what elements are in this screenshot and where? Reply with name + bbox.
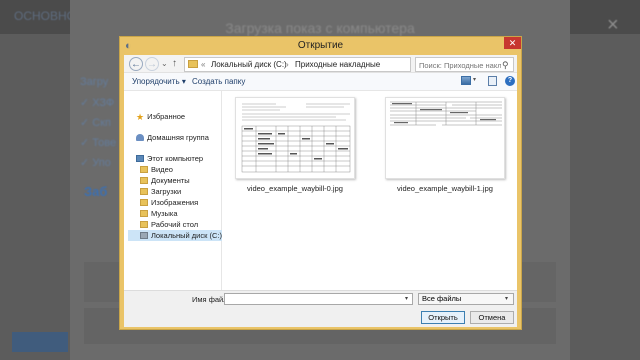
open-button[interactable]: Открыть <box>421 311 465 324</box>
back-button[interactable]: ← <box>129 57 143 71</box>
folder-icon <box>188 60 198 68</box>
navigation-pane: ★ Избранное Домашняя группа Этот компьюте… <box>124 91 222 290</box>
address-bar[interactable]: « Локальный диск (C:) › Приходные наклад… <box>184 57 468 72</box>
file-list: video_example_waybill-0.jpg video_exampl… <box>223 91 517 290</box>
sidebar-item-desktop[interactable]: Рабочий стол <box>140 219 198 230</box>
sidebar-item-label: Домашняя группа <box>147 133 209 142</box>
command-toolbar: Упорядочить ▾ Создать папку ▾ ? <box>124 73 517 91</box>
file-type-select[interactable]: Все файлы ▾ <box>418 293 514 305</box>
new-folder-button[interactable]: Создать папку <box>192 77 245 86</box>
sidebar-item-label: Документы <box>151 176 190 185</box>
search-icon[interactable]: ⚲ <box>502 59 509 71</box>
dialog-client: ← → ⌄ ↑ « Локальный диск (C:) › Приходны… <box>124 55 517 327</box>
filename-field[interactable]: ▾ <box>224 293 413 305</box>
search-box[interactable]: ⚲ <box>415 57 514 72</box>
file-item[interactable]: video_example_waybill-0.jpg <box>235 97 355 193</box>
homegroup-icon <box>136 134 144 141</box>
documents-folder-icon <box>140 177 148 184</box>
breadcrumb-local-disk[interactable]: Локальный диск (C:) <box>211 58 287 71</box>
background-left-item: ✓ Скп <box>80 117 111 129</box>
background-close-icon: × <box>607 14 619 36</box>
dialog-footer: Имя файла: ▾ Все файлы ▾ Открыть Отмена <box>124 290 517 327</box>
file-name: video_example_waybill-1.jpg <box>397 184 493 193</box>
file-type-dropdown-icon: ▾ <box>505 296 509 302</box>
waybill-document-icon <box>236 98 354 178</box>
sidebar-item-music[interactable]: Музыка <box>140 208 178 219</box>
sidebar-item-local-disk[interactable]: Локальный диск (C:) <box>128 230 222 241</box>
computer-icon <box>136 155 144 162</box>
help-icon[interactable]: ? <box>505 76 515 86</box>
sidebar-item-favorites[interactable]: ★ Избранное <box>136 111 185 122</box>
open-file-dialog: ◐ Открытие ✕ ← → ⌄ ↑ « Локальный диск (C… <box>119 36 522 330</box>
file-type-value: Все файлы <box>422 294 462 303</box>
file-name: video_example_waybill-0.jpg <box>247 184 343 193</box>
organize-button[interactable]: Упорядочить ▾ <box>132 77 186 86</box>
dialog-title: Открытие <box>297 40 344 51</box>
sidebar-item-label: Видео <box>151 165 173 174</box>
breadcrumb-separator-icon[interactable]: › <box>286 58 289 71</box>
sidebar-item-homegroup[interactable]: Домашняя группа <box>136 132 209 143</box>
preview-pane-icon[interactable] <box>488 76 497 86</box>
star-icon: ★ <box>136 112 145 122</box>
sidebar-item-label: Этот компьютер <box>147 154 204 163</box>
filename-dropdown-icon[interactable]: ▾ <box>405 294 408 305</box>
background-modal-title: Загрузка показ с компьютера <box>225 20 415 36</box>
sidebar-item-this-pc[interactable]: Этот компьютер <box>136 153 203 164</box>
search-input[interactable] <box>419 59 501 71</box>
background-button <box>12 332 68 352</box>
music-folder-icon <box>140 210 148 217</box>
filename-input[interactable] <box>227 294 397 304</box>
up-folder-button[interactable]: ↑ <box>172 57 177 71</box>
background-left-item: ✓ Упо <box>80 157 111 169</box>
background-left-list: Загру ✓ ХЗФ ✓ Скп ✓ Тове ✓ Упо <box>80 76 120 176</box>
forward-button[interactable]: → <box>145 57 159 71</box>
recent-locations-chevron-icon[interactable]: ⌄ <box>161 57 168 71</box>
background-left-item: ✓ ХЗФ <box>80 97 115 109</box>
file-item[interactable]: video_example_waybill-1.jpg <box>385 97 505 193</box>
waybill-document-icon <box>386 98 504 178</box>
drive-icon <box>140 232 148 239</box>
background-left-item: Загру <box>80 76 109 88</box>
sidebar-item-label: Загрузки <box>151 187 182 196</box>
sidebar-item-label: Локальный диск (C:) <box>151 231 222 240</box>
breadcrumb-current-folder[interactable]: Приходные накладные <box>295 58 380 71</box>
cancel-button[interactable]: Отмена <box>470 311 514 324</box>
file-thumbnail <box>385 97 505 179</box>
dialog-titlebar[interactable]: ◐ Открытие ✕ <box>120 37 521 55</box>
background-blue-text: Заб <box>84 184 108 199</box>
close-button[interactable]: ✕ <box>504 37 521 49</box>
pictures-folder-icon <box>140 199 148 206</box>
navigation-bar: ← → ⌄ ↑ « Локальный диск (C:) › Приходны… <box>124 55 517 73</box>
view-dropdown-icon[interactable]: ▾ <box>473 76 476 83</box>
sidebar-item-pictures[interactable]: Изображения <box>140 197 198 208</box>
sidebar-item-label: Рабочий стол <box>151 220 199 229</box>
sidebar-item-video[interactable]: Видео <box>140 164 173 175</box>
sidebar-item-label: Изображения <box>151 198 199 207</box>
downloads-folder-icon <box>140 188 148 195</box>
video-folder-icon <box>140 166 148 173</box>
sidebar-item-documents[interactable]: Документы <box>140 175 190 186</box>
address-overflow-icon[interactable]: « <box>201 58 205 71</box>
sidebar-item-downloads[interactable]: Загрузки <box>140 186 181 197</box>
sidebar-item-label: Музыка <box>151 209 178 218</box>
file-thumbnail <box>235 97 355 179</box>
sidebar-item-label: Избранное <box>147 112 186 121</box>
view-options-icon[interactable] <box>461 76 471 85</box>
background-left-item: ✓ Тове <box>80 137 117 149</box>
desktop-folder-icon <box>140 221 148 228</box>
